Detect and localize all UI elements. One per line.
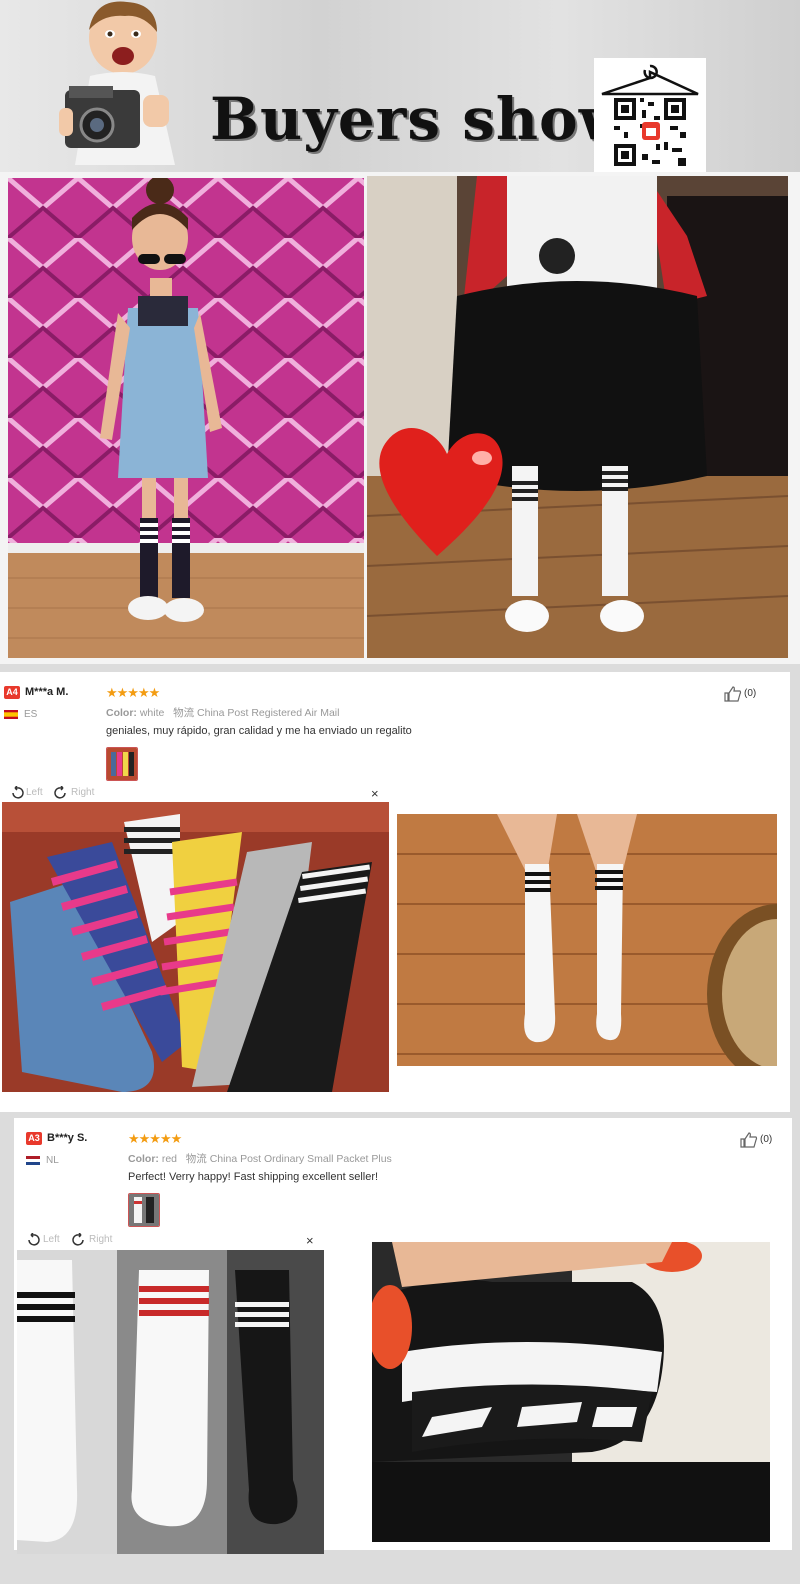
banner-title: Buyers show (210, 85, 630, 153)
buyer-photo-tutu[interactable] (367, 176, 788, 658)
logistics-value: China Post Ordinary Small Packet Plus (209, 1153, 392, 1165)
review-photo-thumbnail[interactable] (106, 747, 138, 781)
close-icon[interactable]: × (371, 786, 379, 801)
rotate-right-label[interactable]: Right (89, 1234, 112, 1245)
review-photo-legs[interactable] (397, 814, 777, 1066)
review-photo-sock-closeup[interactable] (372, 1242, 770, 1542)
review-text: Perfect! Verry happy! Fast shipping exce… (128, 1171, 379, 1183)
spain-flag-icon (4, 710, 18, 719)
rotate-right-icon[interactable] (72, 1233, 86, 1247)
review-photo-three-socks[interactable] (17, 1250, 324, 1554)
review-card: A3 B***y S. NL ★★★★★ Color: red 物流 China… (14, 1118, 792, 1230)
like-count: (0) (744, 688, 757, 699)
logistics-value: China Post Registered Air Mail (197, 707, 340, 719)
color-value: red (161, 1153, 178, 1165)
reviewer-name: M***a M. (25, 686, 69, 698)
level-badge: A3 (26, 1132, 42, 1145)
boy-with-camera-image (59, 1, 175, 165)
review-photo-socks-flatlay[interactable] (2, 802, 389, 1092)
star-rating: ★★★★★ (128, 1131, 182, 1146)
rotate-left-icon[interactable] (10, 786, 24, 800)
thumbs-up-icon[interactable] (724, 686, 742, 702)
review-gallery: Left Right × (0, 782, 790, 1112)
review-text: geniales, muy rápido, gran calidad y me … (106, 725, 412, 737)
rotate-left-icon[interactable] (26, 1233, 40, 1247)
reviewer-country: ES (24, 709, 38, 720)
reviewer-name: B***y S. (47, 1132, 88, 1144)
rotate-left-label[interactable]: Left (43, 1234, 60, 1245)
color-label: Color: (106, 707, 137, 719)
thumbs-up-icon[interactable] (740, 1132, 758, 1148)
qr-code-icon[interactable] (594, 58, 706, 172)
buyers-show-banner: Buyers show (0, 0, 800, 172)
logistics-label: 物流 (173, 707, 195, 719)
netherlands-flag-icon (26, 1156, 40, 1165)
close-icon[interactable]: × (306, 1233, 314, 1248)
rotate-right-icon[interactable] (54, 786, 68, 800)
review-gallery: Left Right × (14, 1230, 792, 1554)
order-meta: Color: red 物流 China Post Ordinary Small … (128, 1151, 392, 1166)
rotate-left-label[interactable]: Left (26, 787, 43, 798)
reviewer-country: NL (46, 1155, 59, 1166)
order-meta: Color: white 物流 China Post Registered Ai… (106, 705, 339, 720)
level-badge: A4 (4, 686, 20, 699)
like-count: (0) (760, 1134, 773, 1145)
logistics-label: 物流 (185, 1153, 207, 1165)
color-label: Color: (128, 1153, 159, 1165)
color-value: white (139, 707, 165, 719)
review-card: A4 M***a M. ES ★★★★★ Color: white 物流 Chi… (0, 672, 790, 782)
buyer-photo-row (0, 172, 800, 664)
buyer-photo-overalls[interactable] (8, 178, 364, 658)
review-photo-thumbnail[interactable] (128, 1193, 160, 1227)
star-rating: ★★★★★ (106, 685, 160, 700)
rotate-right-label[interactable]: Right (71, 787, 94, 798)
